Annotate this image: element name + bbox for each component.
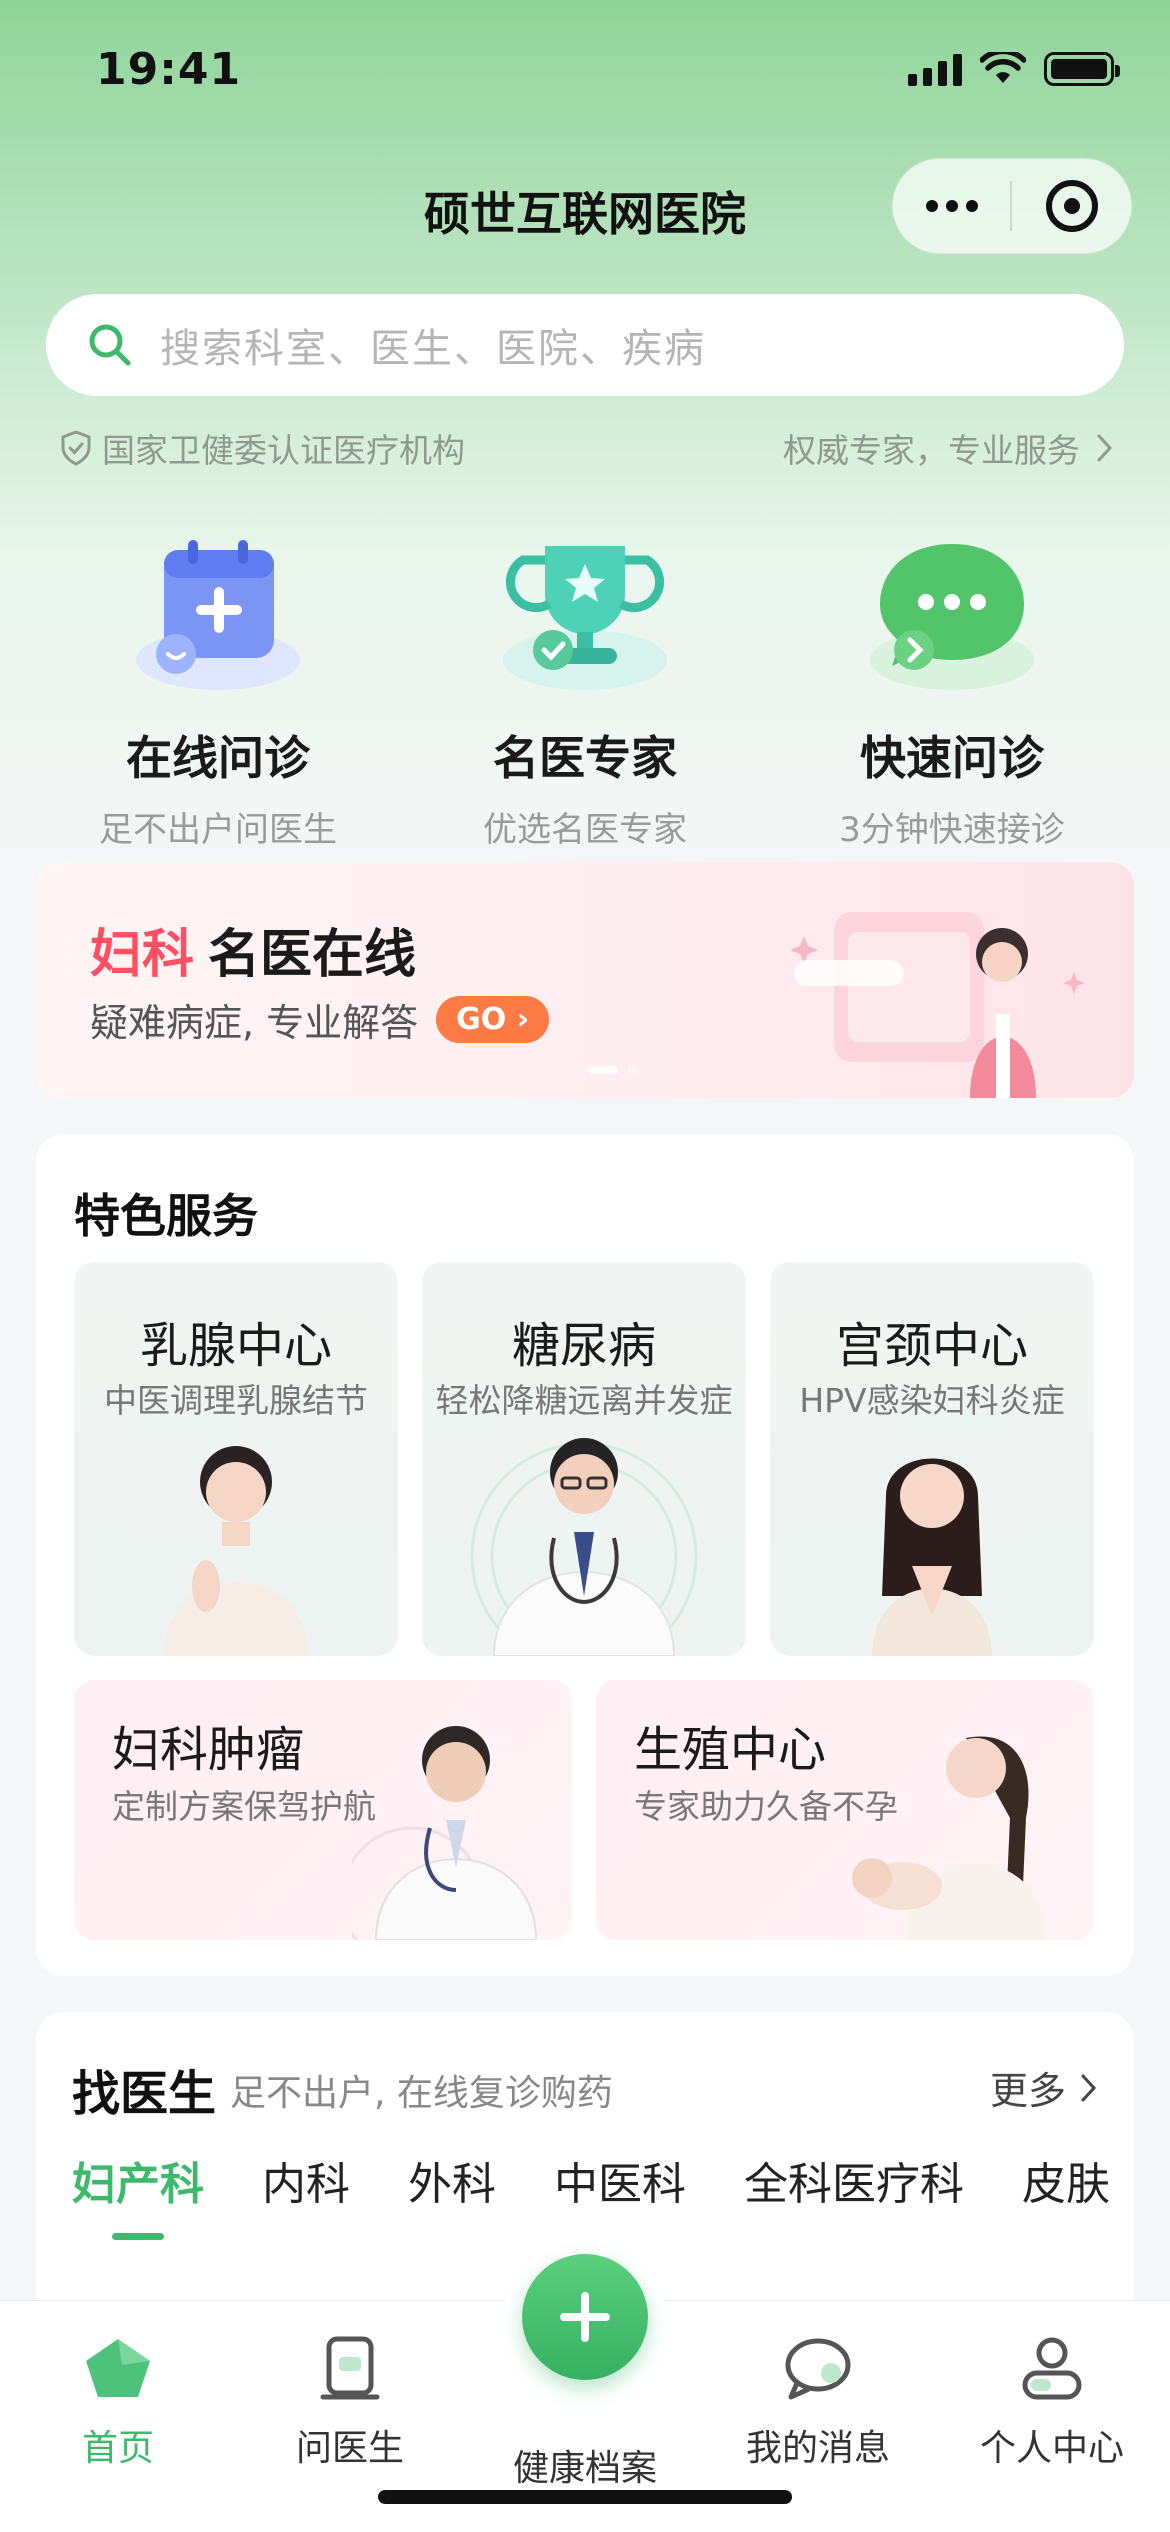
card-breast-center[interactable]: 乳腺中心 中医调理乳腺结节: [74, 1262, 398, 1656]
mini-program-capsule: [892, 158, 1132, 254]
card-subtitle: 轻松降糖远离并发症: [435, 1381, 733, 1420]
gynecology-banner[interactable]: 妇科 名医在线 疑难病症, 专业解答 GO ›: [36, 862, 1134, 1098]
entry-title: 快速问诊: [860, 731, 1044, 785]
certification-badge: 国家卫健委认证医疗机构: [60, 424, 465, 472]
mother-baby-illustration: [852, 1736, 1046, 1940]
card-subtitle: 定制方案保驾护航: [112, 1787, 376, 1826]
tab-ask-doctor[interactable]: 问医生: [250, 2335, 450, 2471]
tab-general-practice[interactable]: 全科医疗科: [744, 2148, 964, 2212]
signal-icon: [908, 52, 962, 86]
tab-profile[interactable]: 个人中心: [952, 2335, 1152, 2471]
card-gynecologic-oncology[interactable]: 妇科肿瘤 定制方案保驾护航: [74, 1680, 572, 1940]
target-icon: [1045, 180, 1098, 232]
card-title: 糖尿病: [511, 1318, 656, 1374]
trophy-icon: [503, 546, 667, 690]
search-input[interactable]: 搜索科室、医生、医院、疾病: [46, 294, 1124, 396]
wifi-icon: [980, 52, 1026, 83]
expert-service-link[interactable]: 权威专家，专业服务: [783, 424, 1114, 472]
tab-home[interactable]: 首页: [18, 2335, 218, 2471]
doctor-avatar: [872, 1458, 992, 1656]
card-title: 乳腺中心: [139, 1318, 332, 1374]
entry-subtitle: 足不出户问医生: [99, 810, 337, 850]
tab-label: 健康档案: [512, 2448, 657, 2489]
banner-highlight: 妇科: [90, 925, 195, 985]
search-icon: [89, 324, 131, 366]
more-label: 更多: [989, 2069, 1066, 2113]
tab-messages[interactable]: 我的消息: [718, 2335, 918, 2471]
card-title: 宫颈中心: [835, 1318, 1028, 1374]
home-icon: [86, 2339, 150, 2397]
banner-subtitle-text: 疑难病症, 专业解答: [90, 1001, 419, 1045]
carousel-indicator: [588, 1066, 638, 1074]
entry-title: 名医专家: [493, 731, 677, 785]
chat-bubble-icon: [870, 544, 1034, 690]
banner-subtitle: 疑难病症, 专业解答 GO ›: [90, 992, 550, 1047]
search-placeholder: 搜索科室、医生、医院、疾病: [160, 326, 706, 372]
doctor-avatar: [164, 1446, 308, 1656]
more-menu-button[interactable]: [893, 200, 1010, 212]
tab-tcm[interactable]: 中医科: [554, 2148, 686, 2212]
card-title: 生殖中心: [634, 1722, 827, 1778]
home-indicator: [378, 2490, 792, 2504]
battery-icon: [1044, 52, 1120, 86]
tab-obstetrics-gynecology[interactable]: 妇产科: [72, 2148, 204, 2240]
section-subtitle: 足不出户, 在线复诊购药: [230, 2073, 613, 2114]
tab-label: 我的消息: [745, 2428, 890, 2469]
close-miniprogram-button[interactable]: [1012, 180, 1131, 232]
card-diabetes[interactable]: 糖尿病 轻松降糖远离并发症: [422, 1262, 746, 1656]
chevron-right-icon: [1081, 2074, 1097, 2101]
expert-service-text: 权威专家，专业服务: [783, 431, 1080, 470]
go-label: GO: [456, 1002, 507, 1037]
tab-health-records[interactable]: 健康档案: [485, 2439, 685, 2491]
health-records-fab[interactable]: [522, 2254, 648, 2380]
entry-quick-consultation[interactable]: 快速问诊 3分钟快速接诊: [782, 532, 1122, 851]
calendar-plus-icon: [136, 540, 300, 690]
section-title: 找医生: [72, 2066, 217, 2122]
tab-label: 个人中心: [979, 2428, 1124, 2469]
entry-subtitle: 3分钟快速接诊: [839, 810, 1065, 850]
plus-icon: [560, 2292, 610, 2342]
doctor-icon: [320, 2336, 380, 2400]
card-title: 妇科肿瘤: [112, 1722, 305, 1778]
status-icons: [908, 52, 1120, 86]
card-subtitle: HPV感染妇科炎症: [799, 1381, 1065, 1420]
entry-subtitle: 优选名医专家: [483, 810, 687, 850]
doctor-avatar: [470, 1438, 698, 1656]
entry-title: 在线问诊: [126, 731, 310, 785]
section-title: 特色服务: [74, 1189, 258, 1243]
card-cervical-center[interactable]: 宫颈中心 HPV感染妇科炎症: [770, 1262, 1094, 1656]
banner-title: 妇科 名医在线: [90, 912, 416, 987]
certification-text: 国家卫健委认证医疗机构: [102, 431, 465, 470]
featured-services-panel: 特色服务 乳腺中心 中医调理乳腺结节 糖尿病 轻松降糖远离并发症 宫颈中心 HP…: [36, 1134, 1134, 1976]
tab-surgery[interactable]: 外科: [408, 2148, 496, 2212]
department-tabs: 妇产科 内科 外科 中医科 全科医疗科 皮肤: [72, 2148, 1168, 2240]
more-link[interactable]: 更多: [990, 2060, 1098, 2115]
doctor-avatar: [352, 1726, 538, 1940]
message-icon: [785, 2338, 851, 2400]
user-icon: [1022, 2337, 1082, 2400]
entry-online-consultation[interactable]: 在线问诊 足不出户问医生: [48, 532, 388, 851]
banner-title-text: 名医在线: [208, 925, 417, 985]
card-subtitle: 中医调理乳腺结节: [104, 1381, 368, 1420]
entry-famous-doctors[interactable]: 名医专家 优选名医专家: [415, 532, 755, 851]
tab-internal-medicine[interactable]: 内科: [262, 2148, 350, 2212]
tab-label: 首页: [81, 2428, 154, 2469]
chevron-right-icon: [1097, 434, 1113, 462]
go-button[interactable]: GO ›: [436, 996, 550, 1043]
tab-dermatology[interactable]: 皮肤: [1022, 2148, 1110, 2212]
shield-icon: [61, 430, 91, 466]
status-time: 19:41: [96, 44, 242, 95]
banner-illustration: [790, 912, 1085, 1098]
card-reproductive-center[interactable]: 生殖中心 专家助力久备不孕: [596, 1680, 1094, 1940]
tab-label: 问医生: [295, 2428, 404, 2469]
